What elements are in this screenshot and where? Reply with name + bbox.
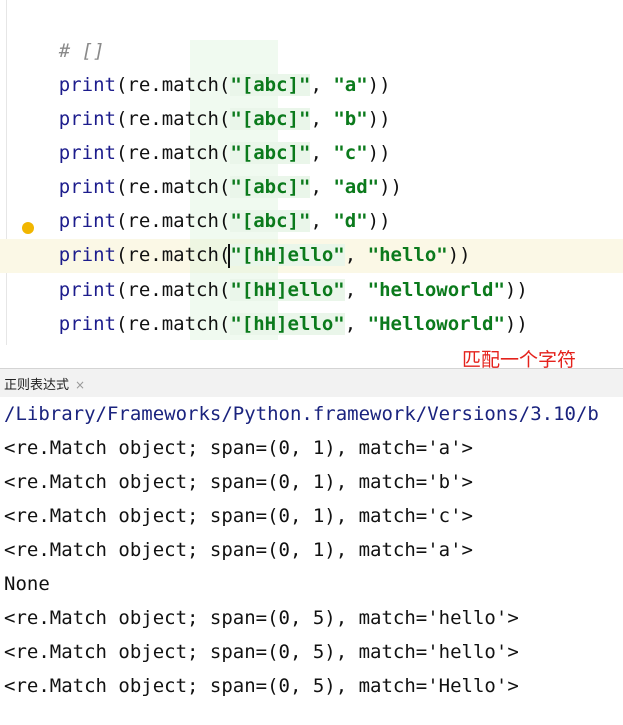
console-output-line: <re.Match object; span=(0, 5), match='he… [4,641,519,663]
console-output-line: <re.Match object; span=(0, 5), match='He… [4,675,519,697]
console-output-line: <re.Match object; span=(0, 1), match='c'… [4,505,473,527]
code-editor[interactable]: # [] print(re.match("[abc]", "a")) print… [0,0,623,345]
interpreter-path: /Library/Frameworks/Python.framework/Ver… [4,403,599,425]
close-icon[interactable]: × [75,378,85,392]
code-comment-line[interactable]: # [] [13,0,105,62]
run-tool-window-tabbar: 正则表达式 × [0,368,623,398]
code-line-7[interactable]: print(re.match("[hH]ello", "helloworld")… [13,239,528,301]
console-output-line: <re.Match object; span=(0, 1), match='a'… [4,437,473,459]
text-cursor [228,244,230,268]
console-output-line: <re.Match object; span=(0, 1), match='a'… [4,539,473,561]
console-output-line: None [4,573,50,595]
console-output-line: <re.Match object; span=(0, 1), match='b'… [4,471,473,493]
run-console[interactable]: /Library/Frameworks/Python.framework/Ver… [0,397,623,725]
code-line-5[interactable]: print(re.match("[abc]", "d")) [13,170,391,232]
code-line-6[interactable]: print(re.match("[hH]ello", "hello")) [13,204,471,266]
closing-parens: )) [504,313,528,335]
tab-run-config[interactable]: 正则表达式 × [4,374,85,393]
print-keyword: print [58,313,116,335]
code-line-1[interactable]: print(re.match("[abc]", "a")) [13,34,391,96]
tab-label: 正则表达式 [4,378,70,393]
code-line-8[interactable]: print(re.match("[hH]ello", "Helloworld")… [13,273,528,335]
call-text: (re.match( [115,313,231,335]
code-line-3[interactable]: print(re.match("[abc]", "c")) [13,102,391,164]
lightbulb-icon[interactable] [22,222,34,234]
editor-gutter-line [6,0,7,345]
string-arg: "Helloworld" [367,313,505,335]
code-line-4[interactable]: print(re.match("[abc]", "ad")) [13,136,402,198]
separator: , [344,313,368,335]
code-line-2[interactable]: print(re.match("[abc]", "b")) [13,68,391,130]
regex-pattern: "[hH]ello" [230,313,345,335]
console-output-line: <re.Match object; span=(0, 5), match='he… [4,607,519,629]
